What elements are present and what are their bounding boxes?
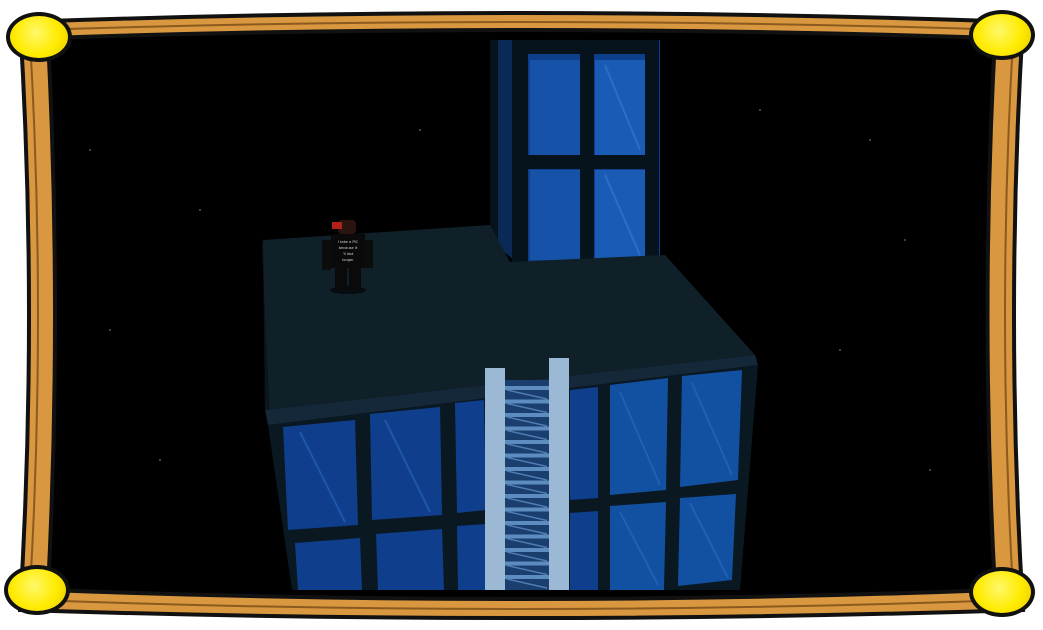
ladder-rung	[505, 534, 549, 539]
ladder-rung	[505, 507, 549, 512]
shirt-line: I take a PIC	[338, 240, 359, 244]
ladder-rung	[505, 399, 549, 404]
ladder-rung	[505, 467, 549, 471]
player-right-arm	[364, 240, 373, 268]
ladder-rung	[505, 480, 549, 485]
shirt-line: 'll last	[343, 252, 354, 256]
corner-ornament-bottom-right	[969, 567, 1035, 617]
ladder-left-rail	[485, 368, 505, 590]
corner-ornament-top-left	[6, 12, 72, 62]
ladder-rung	[505, 453, 549, 458]
ladder-rung	[505, 494, 549, 498]
ladder-rung	[505, 440, 549, 444]
game-viewport[interactable]: I take a PIC because it 'll last longer	[0, 0, 1043, 630]
corner-ornament-bottom-left	[4, 565, 70, 615]
ladder-rung	[505, 561, 549, 566]
player-left-leg	[335, 268, 347, 290]
ladder-rung	[505, 386, 549, 390]
player-right-leg	[349, 268, 361, 290]
ladder-rung	[505, 548, 549, 552]
ladder-rung	[505, 575, 549, 579]
shirt-line: longer	[342, 258, 354, 262]
ladder-right-rail	[549, 358, 569, 590]
ladder-rung	[505, 413, 549, 417]
ladder-rung	[505, 521, 549, 525]
ladder[interactable]	[485, 358, 569, 590]
ladder-rung	[505, 426, 549, 431]
player-cap	[332, 222, 342, 229]
player-left-arm	[322, 240, 331, 270]
glass-tower	[490, 40, 660, 265]
shirt-line: because it	[339, 246, 358, 250]
corner-ornament-top-right	[969, 10, 1035, 60]
3d-scene[interactable]: I take a PIC because it 'll last longer	[0, 0, 1043, 630]
